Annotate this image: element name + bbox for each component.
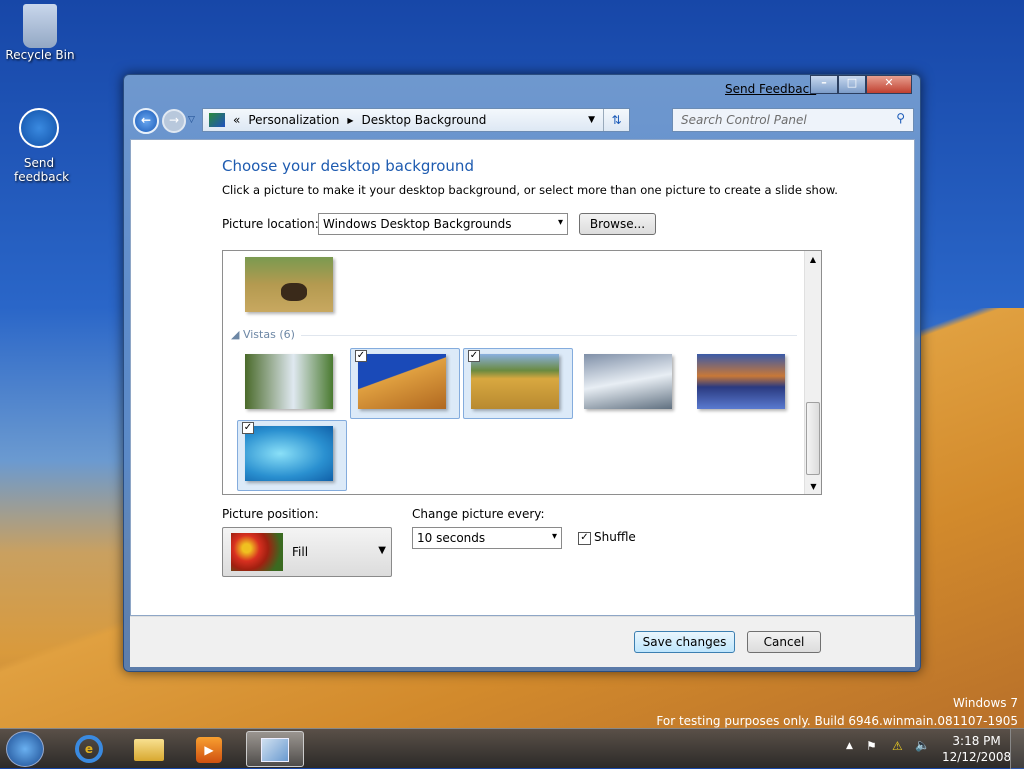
interval-label: Change picture every: — [412, 507, 545, 521]
media-player-icon: ▶ — [196, 737, 222, 763]
picture-lake[interactable] — [697, 354, 785, 409]
picture-bison[interactable] — [245, 257, 333, 312]
browse-button[interactable]: Browse... — [579, 213, 656, 235]
checkbox-wheat[interactable]: ✓ — [468, 350, 480, 362]
picture-location-select[interactable]: Windows Desktop Backgrounds — [318, 213, 568, 235]
content-pane: Choose your desktop background Click a p… — [130, 139, 915, 616]
position-preview-image — [231, 533, 283, 571]
bison-shape — [281, 283, 307, 301]
scroll-up-arrow[interactable]: ▲ — [805, 255, 821, 264]
overflow-chevron[interactable]: « — [233, 113, 240, 127]
ie-icon: e — [75, 735, 103, 763]
group-divider — [301, 335, 797, 336]
send-feedback-link[interactable]: Send Feedback — [725, 82, 816, 96]
page-subtitle: Click a picture to make it your desktop … — [222, 183, 838, 197]
taskbar-control-panel-active[interactable] — [246, 731, 304, 767]
watermark-line1: Windows 7 — [952, 696, 1018, 710]
search-icon[interactable]: ⚲ — [896, 111, 905, 125]
gallery-scrollbar[interactable]: ▲ ▼ — [804, 251, 821, 494]
picture-aurora[interactable] — [245, 426, 333, 481]
chevron-down-icon: ▼ — [378, 545, 386, 556]
forward-button[interactable]: → — [162, 109, 186, 133]
start-button[interactable] — [6, 731, 44, 767]
network-warning-icon[interactable]: ⚠ — [892, 739, 903, 753]
personalization-icon — [261, 738, 289, 762]
taskbar-explorer[interactable] — [120, 731, 178, 767]
shuffle-label[interactable]: Shuffle — [594, 530, 636, 544]
minimize-button[interactable]: – — [810, 75, 838, 94]
breadcrumb-separator-icon[interactable]: ▶ — [347, 116, 353, 125]
breadcrumb-desktop-background[interactable]: Desktop Background — [361, 113, 486, 127]
action-center-flag-icon[interactable]: ⚑ — [866, 739, 877, 753]
control-panel-icon — [209, 113, 225, 127]
caption-buttons: – □ ✕ — [810, 75, 912, 94]
picture-gallery: ◢ Vistas (6) ✓ ✓ ✓ ▲ ▼ — [222, 250, 822, 495]
breadcrumb-personalization[interactable]: Personalization — [248, 113, 339, 127]
taskbar-internet-explorer[interactable]: e — [60, 731, 118, 767]
icon-label: Send feedback — [14, 156, 70, 184]
clock[interactable]: 3:18 PM 12/12/2008 — [942, 733, 1011, 765]
recycle-bin-icon — [23, 4, 57, 48]
taskbar: e ▶ ▲ ⚑ ⚠ 🔈 3:18 PM 12/12/2008 — [0, 728, 1024, 769]
footer-bar: Save changes Cancel — [130, 616, 915, 667]
desktop-icon-send-feedback[interactable]: Send feedback — [1, 108, 77, 184]
taskbar-media-player[interactable]: ▶ — [180, 731, 238, 767]
scrollbar-thumb[interactable] — [806, 402, 820, 475]
show-desktop-button[interactable] — [1010, 729, 1024, 769]
build-watermark: Windows 7 For testing purposes only. Bui… — [656, 694, 1018, 730]
search-input[interactable]: Search Control Panel ⚲ — [672, 108, 914, 132]
picture-wheat[interactable] — [471, 354, 559, 409]
picture-location-label: Picture location: — [222, 217, 319, 231]
position-value: Fill — [292, 545, 309, 559]
personalization-window: Send Feedback – □ ✕ ← → ▽ « Personalizat… — [123, 74, 921, 672]
picture-position-label: Picture position: — [222, 507, 319, 521]
clock-time: 3:18 PM — [952, 734, 1001, 748]
picture-dune[interactable] — [358, 354, 446, 409]
desktop-icon-recycle-bin[interactable]: Recycle Bin — [2, 4, 78, 62]
shuffle-checkbox[interactable]: ✓ — [578, 532, 591, 545]
refresh-button[interactable]: ⇅ — [603, 109, 629, 131]
picture-waterfall[interactable] — [245, 354, 333, 409]
back-button[interactable]: ← — [133, 108, 159, 134]
feedback-icon — [19, 108, 59, 148]
checkbox-aurora[interactable]: ✓ — [242, 422, 254, 434]
save-changes-button[interactable]: Save changes — [634, 631, 735, 653]
address-dropdown-icon[interactable]: ▼ — [588, 115, 595, 125]
picture-mountains[interactable] — [584, 354, 672, 409]
interval-select[interactable]: 10 seconds — [412, 527, 562, 549]
picture-position-select[interactable]: Fill ▼ — [222, 527, 392, 577]
show-hidden-icons-button[interactable]: ▲ — [846, 741, 853, 751]
clock-date: 12/12/2008 — [942, 750, 1012, 764]
volume-icon[interactable]: 🔈 — [915, 738, 930, 752]
icon-label: Recycle Bin — [5, 48, 75, 62]
search-placeholder: Search Control Panel — [681, 113, 807, 127]
address-bar[interactable]: « Personalization ▶ Desktop Background ▼… — [202, 108, 630, 132]
cancel-button[interactable]: Cancel — [747, 631, 821, 653]
checkbox-dune[interactable]: ✓ — [355, 350, 367, 362]
page-title: Choose your desktop background — [222, 157, 474, 175]
recent-pages-dropdown[interactable]: ▽ — [188, 115, 195, 125]
group-header-vistas[interactable]: ◢ Vistas (6) — [231, 328, 295, 341]
maximize-button[interactable]: □ — [838, 75, 866, 94]
folder-icon — [134, 739, 164, 761]
group-label: Vistas (6) — [242, 328, 295, 341]
close-button[interactable]: ✕ — [866, 75, 912, 94]
scroll-down-arrow[interactable]: ▼ — [805, 482, 821, 491]
